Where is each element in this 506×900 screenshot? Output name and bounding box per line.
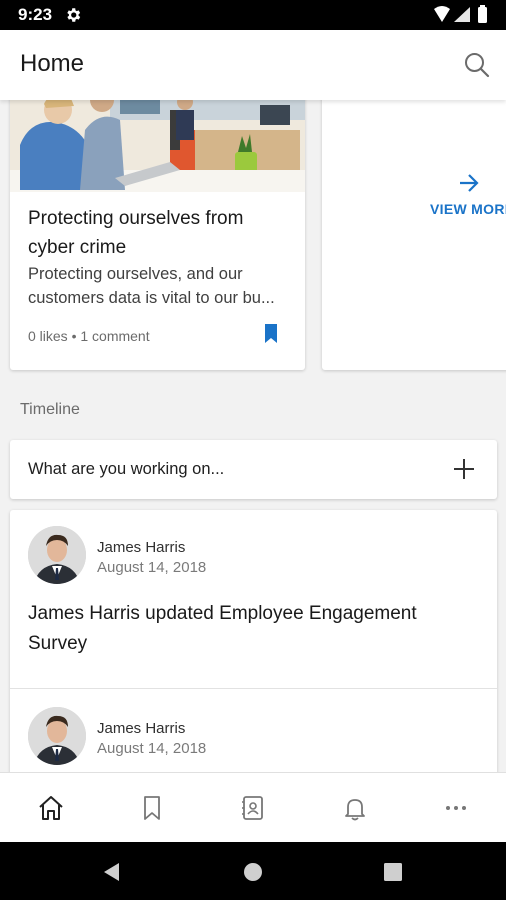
app-bar: Home [0, 30, 506, 100]
timeline-post[interactable]: James Harris August 14, 2018 James Harri… [10, 510, 497, 688]
search-icon[interactable] [462, 50, 492, 80]
bookmark-icon[interactable] [264, 324, 278, 344]
bell-icon[interactable] [340, 793, 370, 823]
battery-icon [478, 7, 487, 23]
back-icon[interactable] [101, 861, 123, 883]
status-bar: 9:23 [0, 0, 506, 30]
status-time: 9:23 [18, 5, 53, 24]
view-more-label[interactable]: VIEW MORE [430, 201, 506, 217]
bookmark-icon[interactable] [137, 793, 167, 823]
signal-icon [454, 7, 470, 22]
gear-icon [67, 8, 81, 22]
recents-icon[interactable] [382, 861, 404, 883]
news-image [10, 100, 305, 192]
contacts-icon[interactable] [238, 793, 268, 823]
wifi-icon [434, 6, 450, 22]
post-author[interactable]: James Harris [97, 539, 185, 556]
post-date: August 14, 2018 [97, 740, 207, 757]
page-title: Home [20, 50, 85, 77]
news-card[interactable]: Protecting ourselves from cyber crime Pr… [10, 100, 305, 370]
post-text[interactable]: James Harris updated Employee Engagement… [28, 599, 478, 659]
compose-placeholder[interactable]: What are you working on... [28, 460, 224, 479]
news-excerpt-line1: Protecting ourselves, and our [28, 265, 243, 283]
status-icons [434, 5, 487, 23]
post-date: August 14, 2018 [97, 559, 207, 576]
avatar[interactable] [28, 707, 86, 765]
more-icon[interactable] [441, 793, 471, 823]
view-more-card[interactable]: VIEW MORE [322, 100, 506, 370]
compose-bar[interactable]: What are you working on... [10, 440, 497, 499]
timeline-label: Timeline [20, 401, 80, 418]
timeline-post[interactable]: James Harris August 14, 2018 [10, 689, 497, 772]
system-nav-bar [0, 842, 506, 900]
news-meta: 0 likes • 1 comment [28, 328, 150, 344]
bottom-nav [0, 772, 506, 842]
news-title[interactable]: Protecting ourselves from cyber crime [28, 204, 290, 262]
news-excerpt-line2: customers data is vital to our bu... [28, 289, 275, 307]
home-icon[interactable] [36, 793, 66, 823]
arrow-right-icon [460, 174, 479, 192]
avatar[interactable] [28, 526, 86, 584]
post-author[interactable]: James Harris [97, 720, 185, 737]
news-excerpt: Protecting ourselves, and our customers … [28, 262, 290, 310]
timeline-feed: James Harris August 14, 2018 James Harri… [10, 510, 497, 772]
add-icon[interactable] [453, 458, 475, 480]
home-button-icon[interactable] [242, 861, 264, 883]
office-photo [10, 100, 305, 192]
home-feed[interactable]: Protecting ourselves from cyber crime Pr… [0, 100, 506, 772]
